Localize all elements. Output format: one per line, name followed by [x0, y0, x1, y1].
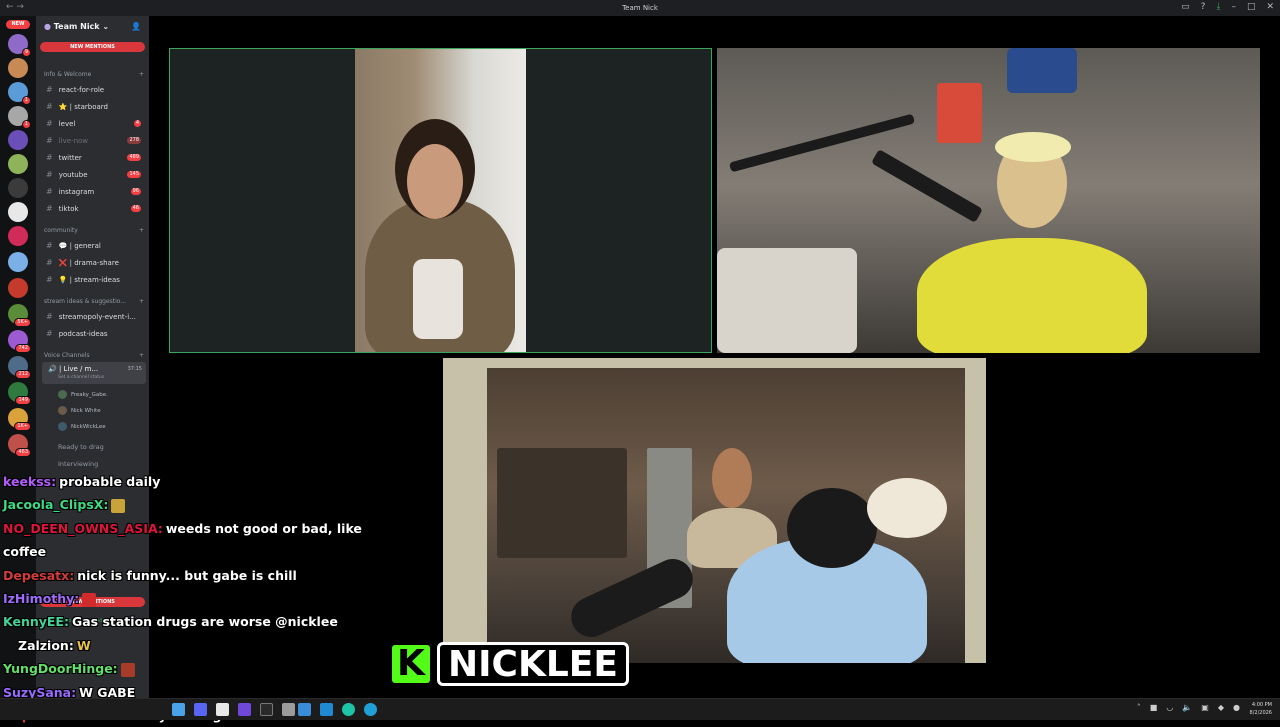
channel-instagram[interactable]: # instagram 96	[36, 184, 149, 199]
maximize-icon[interactable]: □	[1247, 2, 1256, 12]
server-icon[interactable]	[8, 178, 28, 198]
streamer-name: NICKLEE	[437, 642, 629, 686]
taskbar-clock[interactable]: 4:00 PM 8/2/2026	[1250, 701, 1272, 717]
app-icon[interactable]	[238, 703, 251, 716]
server-icon[interactable]: 1	[8, 82, 31, 105]
video-tile-2[interactable]	[717, 48, 1260, 353]
speaker-icon: 🔈	[1182, 703, 1193, 712]
voice-user[interactable]: Nick White	[58, 406, 101, 415]
help-icon[interactable]: ?	[1201, 2, 1206, 12]
chat-message: YungDoorHinge:	[3, 657, 363, 680]
app-icon[interactable]	[216, 703, 229, 716]
server-icon[interactable]	[8, 58, 28, 78]
server-icon[interactable]: 5K+	[8, 304, 31, 327]
voice-channel-ready[interactable]: Ready to drag	[58, 443, 104, 451]
app-icon[interactable]	[320, 703, 333, 716]
channel-youtube[interactable]: # youtube 145	[36, 167, 149, 182]
chat-message: NO_DEEN_OWNS_ASIA: weeds not good or bad,…	[3, 520, 362, 560]
server-icon[interactable]: 463	[8, 434, 31, 457]
tray-app-icon: ●	[1233, 703, 1240, 712]
tray-app-icon: ■	[1149, 703, 1158, 712]
server-icon[interactable]: 1K+	[8, 408, 31, 431]
video-tile-3[interactable]	[443, 358, 986, 663]
window-title: Team Nick	[622, 4, 658, 12]
chat-message: Jacoola_ClipsX:	[3, 493, 363, 516]
server-icon[interactable]: 9	[8, 34, 31, 57]
channel-tiktok[interactable]: # tiktok 46	[36, 201, 149, 216]
voice-channel-interviewing[interactable]: Interviewing	[58, 460, 98, 468]
channel-level[interactable]: # level 4	[36, 116, 149, 131]
voice-channel-live[interactable]: 🔊 | Live / m... 37:15 Set a channel stat…	[42, 362, 146, 384]
app-icon[interactable]	[282, 703, 295, 716]
server-icon[interactable]: 1	[8, 106, 31, 129]
category-stream-ideas[interactable]: stream ideas & suggestio... +	[44, 298, 144, 305]
app-icon[interactable]	[260, 703, 273, 716]
new-badge: NEW	[6, 20, 30, 29]
channel-podcast-ideas[interactable]: # podcast-ideas	[36, 326, 149, 341]
server-icon[interactable]	[8, 226, 28, 246]
emote-icon	[82, 592, 97, 607]
channel-drama-share[interactable]: # ❌ | drama-share	[36, 255, 149, 270]
download-icon[interactable]: ⤓	[1216, 2, 1220, 12]
taskbar: ˄ ■ ◡ 🔈 ▣ ◆ ● 4:00 PM 8/2/2026	[0, 698, 1280, 720]
stream-chat-overlay: keekss: probable daily Jacoola_ClipsX: NO…	[3, 470, 363, 727]
channel-streamopoly[interactable]: # streamopoly-event-i...	[36, 309, 149, 324]
close-icon[interactable]: ✕	[1266, 2, 1274, 12]
channel-live-now[interactable]: # live-now 278	[36, 133, 149, 148]
chat-message: KennyEE: Gas station drugs are worse @nic…	[3, 614, 338, 630]
channel-react-for-role[interactable]: # react-for-role	[36, 82, 149, 97]
system-tray[interactable]: ˄ ■ ◡ 🔈 ▣ ◆ ●	[1137, 703, 1240, 712]
server-icon[interactable]: 742	[8, 330, 31, 353]
video-feed	[355, 49, 526, 352]
server-name: Team Nick	[53, 22, 100, 31]
chat-message: keekss: probable daily	[3, 474, 161, 489]
category-voice[interactable]: Voice Channels +	[44, 352, 144, 359]
server-icon[interactable]	[8, 202, 28, 222]
window-titlebar: ← → Team Nick ▭ ? ⤓ – □ ✕	[0, 0, 1280, 16]
emote-icon	[120, 662, 135, 677]
streamer-overlay: K NICKLEE	[389, 640, 629, 688]
network-icon: ◡	[1166, 703, 1174, 712]
channel-starboard[interactable]: # ⭐ | starboard	[36, 99, 149, 114]
chat-message: Depesatx:nick is funny... but gabe is ch…	[3, 567, 297, 583]
voice-user[interactable]: Freaky_Gabe.	[58, 390, 108, 399]
video-tile-1[interactable]	[169, 48, 712, 353]
chat-message: IzHimothy:	[3, 587, 363, 610]
edge-icon[interactable]	[342, 703, 355, 716]
edge-icon[interactable]	[364, 703, 377, 716]
tray-app-icon: ◆	[1217, 703, 1225, 712]
server-icon[interactable]	[8, 252, 28, 272]
inbox-icon[interactable]: ▭	[1181, 2, 1190, 12]
chevron-up-icon: ˄	[1136, 703, 1141, 712]
channel-stream-ideas[interactable]: # 💡 | stream-ideas	[36, 272, 149, 287]
tray-app-icon: ▣	[1201, 703, 1209, 712]
app-icon[interactable]	[298, 703, 311, 716]
speaker-icon: 🔊	[48, 365, 57, 373]
window-controls: ▭ ? ⤓ – □ ✕	[1181, 2, 1274, 12]
category-community[interactable]: community +	[44, 227, 144, 234]
emote-icon	[111, 498, 126, 513]
channel-twitter[interactable]: # twitter 489	[36, 150, 149, 165]
start-icon[interactable]	[172, 703, 185, 716]
app-icon[interactable]	[194, 703, 207, 716]
channel-status[interactable]: Set a channel status	[48, 375, 146, 380]
server-header[interactable]: ● Team Nick ⌄ 👤	[36, 16, 149, 40]
voice-user[interactable]: NickWickLee	[58, 422, 106, 431]
server-icon[interactable]: 149	[8, 382, 31, 405]
server-icon[interactable]	[8, 130, 28, 150]
chat-message: Zalzion: W	[18, 637, 91, 653]
video-feed	[487, 368, 965, 663]
voice-timer: 37:15	[127, 366, 142, 372]
server-icon[interactable]	[8, 278, 28, 298]
kick-logo: K	[389, 642, 433, 686]
channel-general[interactable]: # 💬 | general	[36, 238, 149, 253]
add-member-icon[interactable]: 👤	[131, 22, 141, 34]
minimize-icon[interactable]: –	[1231, 2, 1236, 12]
new-mentions-banner[interactable]: NEW MENTIONS	[40, 42, 145, 52]
category-info[interactable]: Info & Welcome +	[44, 71, 144, 78]
server-icon[interactable]: 212	[8, 356, 31, 379]
server-icon[interactable]	[8, 154, 28, 174]
